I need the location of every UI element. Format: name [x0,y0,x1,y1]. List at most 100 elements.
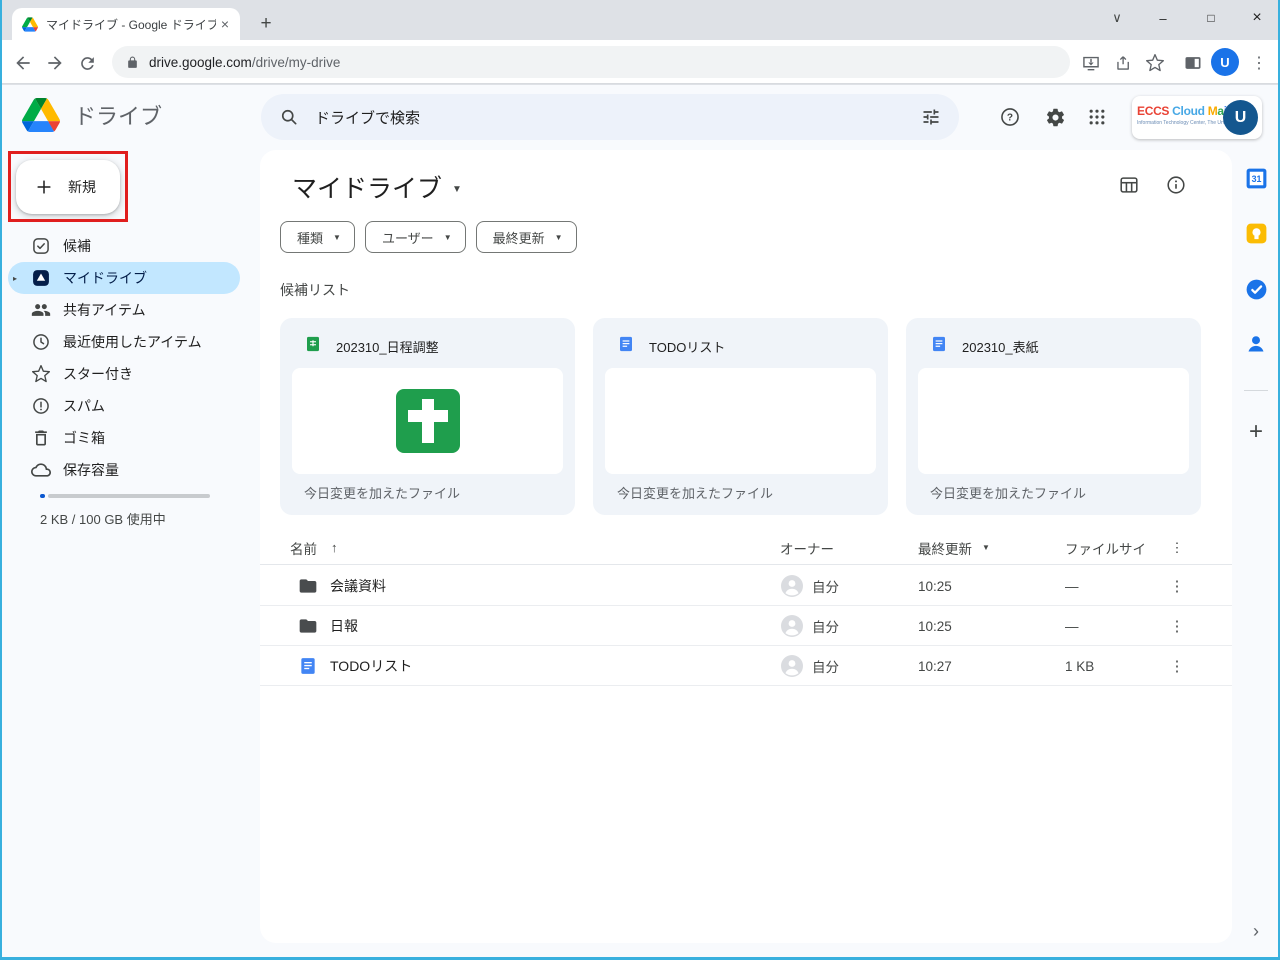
back-button[interactable] [10,50,36,76]
sort-ascending-icon[interactable]: ↑ [331,540,338,555]
file-name[interactable]: 会議資料 [330,566,386,606]
header-menu-icon[interactable]: ⋮ [1165,530,1189,565]
file-name[interactable]: 日報 [330,606,358,646]
suggestion-card-sheet[interactable]: 202310_日程調整 今日変更を加えたファイル [280,318,575,515]
add-addon-icon[interactable]: + [1243,419,1269,445]
keep-icon[interactable] [1243,220,1269,246]
search-placeholder: ドライブで検索 [315,107,921,128]
account-badge-title: ECCS Cloud Mail [1137,104,1225,118]
chevron-down-icon: ▼ [333,232,341,242]
expand-arrow-icon[interactable]: ▸ [8,274,27,283]
owner-avatar [780,614,804,638]
owner-name: 自分 [812,656,839,676]
suggestion-card-todo[interactable]: TODOリスト 今日変更を加えたファイル [593,318,888,515]
account-badge-subtitle: Information Technology Center, The Unive… [1137,120,1225,126]
share-icon[interactable] [1110,50,1136,76]
tab-close-icon[interactable]: × [216,16,234,32]
docs-file-icon [930,335,948,358]
annotation-highlight-box [8,151,128,222]
search-options-icon[interactable] [921,107,941,127]
settings-gear-icon[interactable] [1043,105,1067,129]
recent-clock-icon [31,332,51,352]
search-icon [279,107,299,127]
title-caret-icon: ▼ [452,180,462,195]
filter-chip-user[interactable]: ユーザー ▼ [365,221,466,253]
sheets-preview-glyph [396,389,460,453]
forward-button[interactable] [42,50,68,76]
svg-text:31: 31 [1251,173,1261,183]
browser-profile-avatar[interactable]: U [1211,48,1239,76]
page-title[interactable]: マイドライブ ▼ [292,169,462,205]
filter-chips: 種類 ▼ ユーザー ▼ 最終更新 ▼ [280,221,577,253]
window-frame-left [0,0,2,960]
row-menu-icon[interactable]: ⋮ [1165,606,1189,646]
suggestion-card-cover[interactable]: 202310_表紙 今日変更を加えたファイル [906,318,1201,515]
my-drive-icon [31,268,51,288]
storage-progress-bar [40,494,210,498]
google-apps-grid-icon[interactable] [1085,105,1109,129]
sidebar-item-storage[interactable]: 保存容量 [8,454,240,486]
help-icon[interactable]: ? [998,105,1022,129]
url-text: drive.google.com/drive/my-drive [149,55,340,70]
file-name[interactable]: TODOリスト [330,646,412,686]
tasks-icon[interactable] [1243,276,1269,302]
calendar-icon[interactable]: 31 [1243,165,1269,191]
column-size[interactable]: ファイルサイ [1065,530,1146,565]
storage-used-segment [40,494,45,498]
row-menu-icon[interactable]: ⋮ [1165,646,1189,686]
sidebar-item-shared[interactable]: 共有アイテム [8,294,240,326]
sidebar-item-recent[interactable]: 最近使用したアイテム [8,326,240,358]
drive-search-bar[interactable]: ドライブで検索 [261,94,959,140]
tab-title: マイドライブ - Google ドライブ [46,16,216,33]
app-name: ドライブ [74,99,162,131]
bookmark-star-icon[interactable] [1142,50,1168,76]
column-name[interactable]: 名前 [290,538,317,558]
window-minimize-button[interactable]: – [1143,2,1183,34]
filter-chip-modified[interactable]: 最終更新 ▼ [476,221,577,253]
chevron-down-icon: ▼ [555,232,563,242]
window-maximize-button[interactable]: □ [1191,2,1231,34]
sidebar-item-spam[interactable]: スパム [8,390,240,422]
svg-text:?: ? [1007,113,1013,124]
address-bar[interactable]: drive.google.com/drive/my-drive [112,46,1070,78]
tab-strip: マイドライブ - Google ドライブ × + ∨ – □ × [0,0,1280,40]
browser-menu-icon[interactable]: ⋮ [1246,50,1272,76]
storage-usage-text: 2 KB / 100 GB 使用中 [40,509,166,528]
suggestions-icon [31,236,51,256]
window-close-button[interactable]: × [1237,2,1277,34]
column-modified[interactable]: 最終更新 [918,538,972,558]
main-content: マイドライブ ▼ 種類 ▼ ユーザー ▼ 最終更新 [260,150,1232,943]
owner-name: 自分 [812,616,839,636]
side-panel-icon[interactable] [1180,50,1206,76]
column-owner[interactable]: オーナー [780,530,834,565]
drive-app: ドライブ ドライブで検索 ? ECCS Cloud Mail Informati… [0,85,1280,960]
sidebar-item-my-drive[interactable]: ▸ マイドライブ [8,262,240,294]
contacts-icon[interactable] [1243,331,1269,357]
grid-view-toggle-icon[interactable] [1118,174,1140,196]
folder-icon [298,566,318,606]
table-row[interactable]: 会議資料 自分 10:25 — ⋮ [260,566,1232,606]
file-table-header: 名前 ↑ オーナー 最終更新 ▼ ファイルサイ ⋮ [260,530,1232,565]
card-preview [918,368,1189,474]
tab-search-icon[interactable]: ∨ [1097,2,1137,34]
info-icon[interactable] [1165,174,1187,196]
browser-tab[interactable]: マイドライブ - Google ドライブ × [12,8,240,40]
table-row[interactable]: 日報 自分 10:25 — ⋮ [260,606,1232,646]
sidebar-item-suggestions[interactable]: 候補 [8,230,240,262]
row-menu-icon[interactable]: ⋮ [1165,566,1189,606]
sidebar-item-trash[interactable]: ゴミ箱 [8,422,240,454]
sheets-file-icon [304,335,322,358]
install-icon[interactable] [1078,50,1104,76]
folder-icon [298,606,318,646]
table-row[interactable]: TODOリスト 自分 10:27 1 KB ⋮ [260,646,1232,686]
sort-descending-icon[interactable]: ▼ [982,543,990,552]
docs-file-icon [617,335,635,358]
new-tab-button[interactable]: + [252,10,280,38]
sidebar-item-starred[interactable]: スター付き [8,358,240,390]
rail-divider [1244,390,1268,391]
expand-panel-chevron-icon[interactable]: › [1243,918,1269,944]
filter-chip-type[interactable]: 種類 ▼ [280,221,355,253]
modified-time: 10:25 [918,606,952,646]
account-badge-text: ECCS Cloud Mail Information Technology C… [1137,104,1225,126]
reload-button[interactable] [74,50,100,76]
